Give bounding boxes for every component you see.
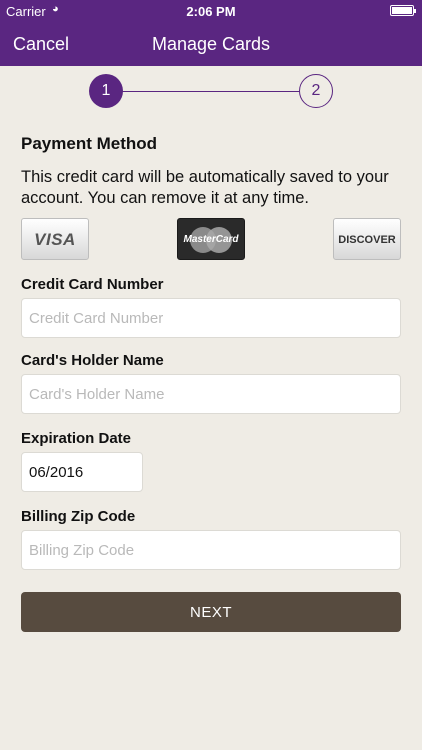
card-number-input[interactable] [21, 298, 401, 338]
step-indicator: 1 2 [0, 72, 422, 112]
nav-bar: Cancel Manage Cards [0, 22, 422, 66]
expiration-date-label: Expiration Date [21, 430, 132, 447]
holder-name-label: Card's Holder Name [21, 352, 164, 369]
step-1-indicator: 1 [89, 74, 123, 108]
battery-icon [390, 5, 416, 16]
top-bar: Carrier ◕ 2:06 PM Cancel Manage Cards [0, 0, 422, 66]
status-bar: Carrier ◕ 2:06 PM [0, 0, 422, 22]
mastercard-logo-icon: MasterCard [177, 218, 245, 260]
holder-name-input[interactable] [21, 374, 401, 414]
billing-zip-label: Billing Zip Code [21, 508, 136, 525]
card-number-label: Credit Card Number [21, 276, 164, 293]
expiration-date-input[interactable] [21, 452, 143, 492]
step-2-indicator: 2 [299, 74, 333, 108]
visa-logo-icon: VISA [21, 218, 89, 260]
status-time: 2:06 PM [186, 4, 236, 19]
step-connector [122, 91, 300, 92]
page-title: Manage Cards [151, 34, 271, 54]
discover-logo-icon: DISCOVER [333, 218, 401, 260]
billing-zip-input[interactable] [21, 530, 401, 570]
payment-method-title: Payment Method [21, 134, 158, 153]
next-button[interactable]: NEXT [21, 592, 401, 632]
payment-description: This credit card will be automatically s… [21, 168, 389, 207]
